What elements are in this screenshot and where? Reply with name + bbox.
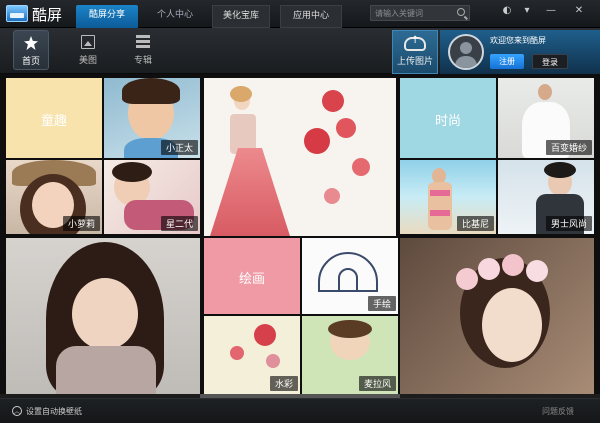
photo-tile-bikini[interactable]: 比基尼 (400, 160, 496, 234)
avatar[interactable] (448, 34, 484, 70)
photo-tile-little-girl[interactable]: 小萝莉 (6, 160, 102, 234)
tile-label: 男士风尚 (545, 216, 592, 231)
nav-home-label: 首页 (21, 57, 40, 67)
window-controls: ◐ ▾ — ✕ (498, 2, 598, 18)
chevron-up-icon[interactable]: ︿ (12, 406, 22, 416)
search-input[interactable] (371, 6, 455, 20)
image-icon (81, 35, 95, 49)
tile-label: 百变婚纱 (545, 140, 592, 155)
tab-kuping-share[interactable]: 酷屏分享 (76, 5, 138, 28)
search-box (370, 5, 470, 21)
title-bar: 酷屏 酷屏分享 个人中心 美化宝库 应用中心 ◐ ▾ — ✕ (0, 0, 600, 28)
tab-app-center[interactable]: 应用中心 (280, 5, 342, 28)
category-tile-painting[interactable]: 绘画 (204, 238, 300, 314)
grid-icon (136, 35, 150, 49)
photo-tile-wedding[interactable]: 百变婚纱 (498, 78, 594, 158)
app-logo-icon (6, 5, 28, 22)
photo-tile-watercolor[interactable]: 水彩 (204, 316, 300, 394)
app-name: 酷屏 (32, 6, 63, 24)
category-label: 绘画 (238, 272, 265, 287)
close-icon[interactable]: ✕ (570, 4, 588, 18)
status-bar: ︿ 设置自动换壁纸 问题反馈 (0, 398, 600, 423)
nav-albums[interactable]: 专辑 (125, 30, 161, 70)
menu-icon[interactable]: ▾ (518, 4, 536, 18)
photo-tile-girl-portrait[interactable] (6, 238, 200, 394)
photo-tile-fashion-sketch[interactable] (204, 78, 396, 236)
feedback-link[interactable]: 问题反馈 (542, 406, 574, 417)
search-icon[interactable] (457, 8, 465, 16)
nav-pictures[interactable]: 美图 (70, 30, 106, 70)
skin-icon[interactable]: ◐ (498, 4, 516, 18)
nav-pictures-label: 美图 (78, 56, 97, 66)
tile-label: 麦拉风 (358, 376, 396, 391)
photo-tile-little-boy[interactable]: 小正太 (104, 78, 200, 158)
register-button[interactable]: 注册 (490, 54, 524, 69)
nav-albums-label: 专辑 (133, 56, 152, 66)
tab-beautify-library[interactable]: 美化宝库 (212, 5, 270, 28)
login-button[interactable]: 登录 (532, 54, 568, 69)
category-label: 时尚 (434, 114, 461, 129)
tab-personal-center[interactable]: 个人中心 (146, 5, 204, 28)
upload-label: 上传图片 (396, 57, 433, 67)
star-icon (24, 36, 38, 50)
auto-switch-wallpaper-link[interactable]: 设置自动换壁纸 (26, 406, 82, 417)
photo-tile-star-kid[interactable]: 星二代 (104, 160, 200, 234)
nav-home[interactable]: 首页 (13, 30, 49, 70)
wallpaper-grid: 童趣 小正太 时尚 百变婚纱 小萝莉 星二代 比基尼 男士风尚 绘画 手绘 水彩… (0, 74, 600, 394)
category-tile-fashion[interactable]: 时尚 (400, 78, 496, 158)
tile-label: 小萝莉 (62, 216, 100, 231)
photo-tile-flower-crown[interactable] (400, 238, 594, 394)
welcome-text: 欢迎您来到酷屏 (490, 36, 546, 45)
tile-label: 水彩 (269, 376, 298, 391)
upload-button[interactable]: 上传图片 (392, 30, 438, 74)
tile-label: 星二代 (160, 216, 198, 231)
photo-tile-hand-drawn[interactable]: 手绘 (302, 238, 398, 314)
category-label: 童趣 (40, 114, 67, 129)
tile-label: 小正太 (160, 140, 198, 155)
user-panel: 欢迎您来到酷屏 注册 登录 (440, 30, 600, 74)
photo-tile-maila-style[interactable]: 麦拉风 (302, 316, 398, 394)
tile-label: 手绘 (367, 296, 396, 311)
minimize-icon[interactable]: — (542, 4, 560, 18)
photo-tile-mens-fashion[interactable]: 男士风尚 (498, 160, 594, 234)
cloud-upload-icon (404, 35, 426, 51)
category-tile-kids[interactable]: 童趣 (6, 78, 102, 158)
tile-label: 比基尼 (456, 216, 494, 231)
